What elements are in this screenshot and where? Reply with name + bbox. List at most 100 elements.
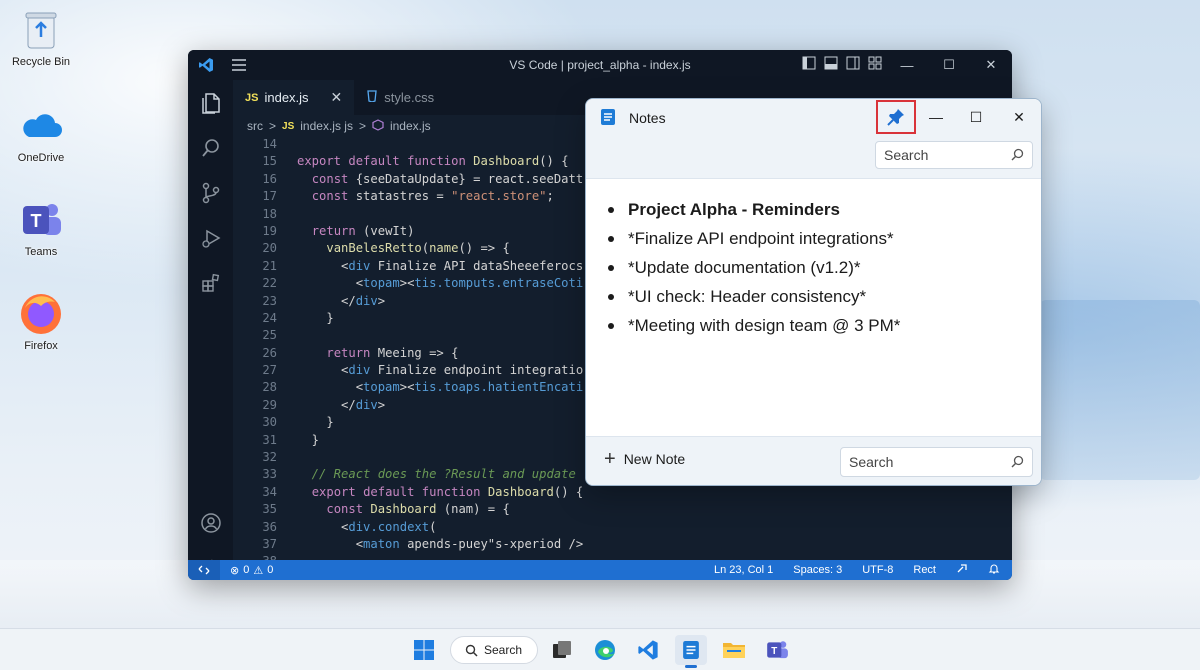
desktop-icon-label: OneDrive: [17, 152, 65, 164]
close-tab-icon[interactable]: ✕: [331, 89, 343, 106]
maximize-button[interactable]: ☐: [956, 103, 996, 131]
tab-index-js[interactable]: JS index.js ✕: [233, 80, 355, 115]
code-text: // React does the ?Result and update: [297, 467, 576, 482]
code-line[interactable]: 37 <maton apends-puey"s-xperiod />: [233, 537, 1012, 554]
code-line[interactable]: 35 const Dashboard (nam) = {: [233, 502, 1012, 519]
cursor-position[interactable]: Ln 23, Col 1: [714, 564, 773, 576]
pin-icon: [887, 109, 904, 126]
code-text: </div>: [297, 397, 386, 412]
pin-button[interactable]: [876, 100, 916, 134]
minimize-button[interactable]: —: [886, 50, 928, 80]
taskbar-search[interactable]: Search: [450, 636, 538, 664]
desktop-icon-label: Teams: [24, 246, 58, 258]
code-text: }: [297, 310, 334, 325]
remote-indicator-icon[interactable]: [188, 560, 220, 580]
customize-layout-icon[interactable]: [868, 56, 882, 70]
edge-icon[interactable]: [589, 635, 621, 665]
toggle-sidebar-icon[interactable]: [802, 56, 816, 70]
task-view-icon[interactable]: [546, 635, 578, 665]
hamburger-menu-icon[interactable]: [224, 59, 254, 71]
line-number: 20: [262, 241, 277, 256]
extensions-icon[interactable]: [188, 260, 233, 305]
note-bullet-item: Project Alpha - Reminders: [608, 195, 1041, 224]
tab-label: index.js: [264, 90, 309, 105]
minimize-button[interactable]: —: [916, 103, 956, 131]
line-number: 18: [262, 206, 277, 221]
run-debug-icon[interactable]: [188, 215, 233, 260]
note-bullet-item: *UI check: Header consistency*: [608, 283, 1041, 312]
line-number: 14: [262, 137, 277, 151]
code-line[interactable]: 36 <div.condext(: [233, 520, 1012, 537]
code-text: const statastres = "react.store";: [311, 189, 554, 204]
language-mode[interactable]: Rect: [913, 564, 936, 576]
line-number: 30: [262, 415, 277, 430]
indentation[interactable]: Spaces: 3: [793, 564, 842, 576]
svg-text:T: T: [771, 646, 777, 657]
toggle-panel-icon[interactable]: [824, 56, 838, 70]
vscode-icon[interactable]: [632, 635, 664, 665]
problems-indicator[interactable]: ⊗ 0 ⚠ 0: [220, 564, 273, 577]
line-number: 16: [262, 171, 277, 186]
desktop-icon-teams[interactable]: T Teams: [8, 198, 74, 258]
close-button[interactable]: ✕: [970, 50, 1012, 80]
desktop-icon-recycle-bin[interactable]: Recycle Bin: [8, 8, 74, 68]
vscode-logo-icon: [188, 57, 224, 73]
notes-search-box[interactable]: [875, 141, 1033, 169]
line-number: 31: [262, 432, 277, 447]
toggle-secondary-sidebar-icon[interactable]: [846, 56, 860, 70]
file-explorer-icon[interactable]: [718, 635, 750, 665]
desktop-icon-label: Recycle Bin: [11, 56, 71, 68]
feedback-icon[interactable]: [956, 563, 968, 578]
vscode-title-bar[interactable]: VS Code | project_alpha - index.js — ☐ ✕: [188, 50, 1012, 80]
breadcrumb-file[interactable]: index.js js: [300, 119, 353, 133]
new-note-button[interactable]: + New Note: [604, 449, 685, 469]
notifications-bell-icon[interactable]: [988, 563, 1000, 578]
note-text: *Update documentation (v1.2)*: [628, 257, 861, 277]
notes-footer-search-box[interactable]: [840, 447, 1033, 477]
error-count: 0: [243, 564, 250, 576]
search-icon[interactable]: [188, 125, 233, 170]
code-text: </div>: [297, 293, 386, 308]
teams-icon[interactable]: T: [761, 635, 793, 665]
line-number: 37: [262, 536, 277, 551]
search-input[interactable]: [849, 454, 969, 470]
bullet-icon: [608, 206, 614, 213]
line-number: 27: [262, 363, 277, 378]
account-icon[interactable]: [188, 500, 233, 545]
code-text: <div.condext(: [297, 519, 437, 534]
search-input[interactable]: [884, 147, 1004, 163]
code-line[interactable]: 34 export default function Dashboard() {: [233, 485, 1012, 502]
breadcrumb-symbol[interactable]: index.js: [390, 119, 431, 133]
tab-style-css[interactable]: style.css: [354, 80, 446, 115]
maximize-button[interactable]: ☐: [928, 50, 970, 80]
notes-window[interactable]: Notes — ☐ ✕ Project Alpha - Reminders *Fi…: [585, 98, 1042, 486]
notes-title-bar[interactable]: Notes — ☐ ✕: [586, 99, 1041, 179]
code-text: <div Finalize endpoint integratio: [297, 363, 584, 378]
desktop-icon-onedrive[interactable]: OneDrive: [8, 104, 74, 164]
close-button[interactable]: ✕: [999, 103, 1039, 131]
start-icon[interactable]: [408, 635, 440, 665]
line-number: 24: [262, 310, 277, 325]
note-bullet-item: *Update documentation (v1.2)*: [608, 253, 1041, 282]
line-number: 19: [262, 223, 277, 238]
search-icon: [465, 644, 478, 657]
note-content[interactable]: Project Alpha - Reminders *Finalize API e…: [586, 179, 1041, 437]
breadcrumb-folder[interactable]: src: [247, 119, 263, 133]
bullet-icon: [608, 323, 614, 330]
error-icon: ⊗: [230, 564, 240, 577]
line-number: 28: [262, 380, 277, 395]
tab-label: style.css: [384, 90, 435, 105]
line-number: 21: [262, 258, 277, 273]
notes-icon[interactable]: [675, 635, 707, 668]
source-control-icon[interactable]: [188, 170, 233, 215]
explorer-icon[interactable]: [188, 80, 233, 125]
code-text: <maton apends-puey"s-xperiod />: [297, 536, 584, 551]
encoding[interactable]: UTF-8: [862, 564, 893, 576]
taskbar: Search T: [0, 628, 1200, 670]
desktop-icon-firefox[interactable]: Firefox: [8, 292, 74, 352]
bullet-icon: [608, 294, 614, 301]
code-text: <topam><tis.tomputs.entraseCoti: [297, 276, 584, 291]
desktop-icon-label: Firefox: [24, 340, 58, 352]
